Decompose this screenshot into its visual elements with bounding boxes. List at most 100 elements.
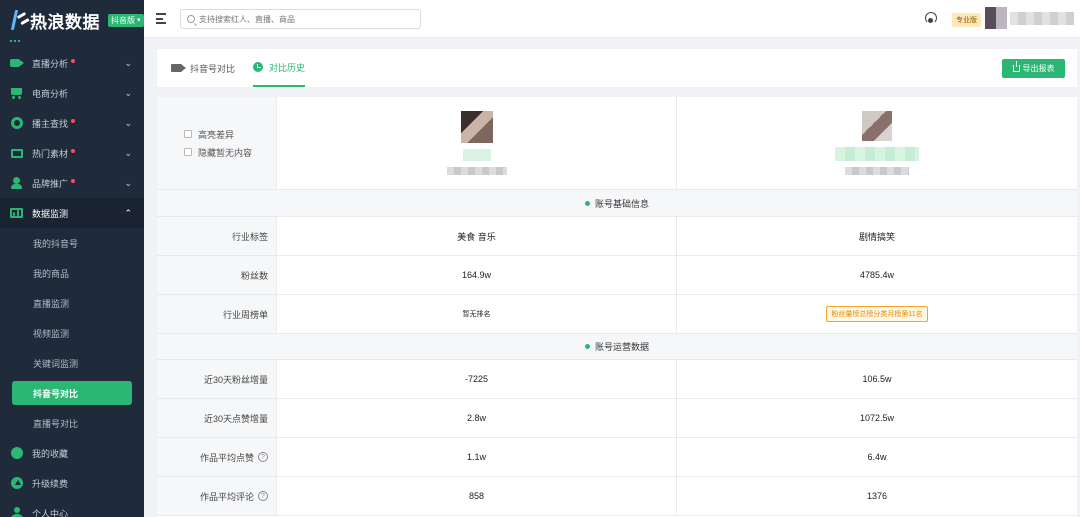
account-b-value: 剧情搞笑 (858, 231, 895, 242)
user-avatar[interactable] (985, 7, 1007, 29)
row-industry-weekly-rank: 行业周榜单 暂无排名 粉丝量榜总榜分类月榜第11名 (157, 295, 1077, 334)
account-b-value: 1376 (866, 491, 888, 501)
tab-compare-history[interactable]: 对比历史 (253, 49, 306, 87)
search-icon (187, 15, 195, 23)
live-camera-icon (10, 57, 24, 69)
sidebar-item-brand-promo[interactable]: 品牌推广 ⌄ (0, 168, 144, 198)
account-a-value: 暂无排名 (277, 295, 677, 333)
search-box[interactable] (180, 9, 421, 29)
sidebar-item-ecommerce[interactable]: 电商分析 ⌄ (0, 78, 144, 108)
sidebar-item-data-monitor[interactable]: 数据监测 ⌃ (0, 198, 144, 228)
account-b-value: 粉丝量榜总榜分类月榜第11名 (677, 295, 1077, 333)
sidebar-item-label: 电商分析 (32, 88, 69, 99)
new-dot (71, 149, 76, 153)
row-followers: 粉丝数 164.9w 4785.4w (157, 256, 1077, 295)
sidebar-sub-douyin-compare[interactable]: 抖音号对比 (12, 381, 132, 405)
menu-toggle-icon[interactable] (156, 13, 168, 24)
chevron-down-icon: ⌄ (124, 117, 132, 128)
row-label-text: 作品平均点赞 (199, 452, 254, 463)
account-a-value: 858 (277, 477, 677, 515)
row-30d-like-growth: 近30天点赞增量 2.8w 1072.5w (157, 399, 1077, 438)
gear-icon (10, 117, 24, 129)
row-industry-tag: 行业标签 美食 音乐 剧情搞笑 (157, 217, 1077, 256)
sidebar-sub-video-monitor[interactable]: 视频监测 (0, 318, 144, 348)
new-dot (71, 119, 76, 123)
highlight-diff-option[interactable]: 高亮差异 (184, 128, 234, 141)
new-dot (71, 59, 76, 63)
row-label: 作品平均点赞 ? (157, 438, 277, 476)
account-b-profile[interactable] (677, 97, 1077, 189)
sidebar: 热浪数据 抖音版 ▾ 直播分析 ⌄ 电商分析 ⌄ 播主查找 ⌄ 热门素材 ⌄ 品… (0, 0, 144, 517)
user-name-blurred[interactable] (1010, 12, 1074, 25)
account-a-avatar[interactable] (460, 111, 493, 143)
sidebar-item-live-analysis[interactable]: 直播分析 ⌄ (0, 48, 144, 78)
sidebar-sub-keyword-monitor[interactable]: 关键词监测 (0, 348, 144, 378)
tv-icon (10, 147, 24, 159)
tab-label: 抖音号对比 (190, 63, 236, 74)
section-title: 账号基础信息 (594, 198, 649, 209)
help-icon[interactable]: ? (258, 452, 268, 462)
account-a-tag-blurred (462, 149, 491, 161)
sidebar-item-profile[interactable]: 个人中心 (0, 498, 144, 517)
logo-text: 热浪数据 (30, 12, 100, 32)
rank-tag[interactable]: 粉丝量榜总榜分类月榜第11名 (826, 306, 928, 322)
sidebar-item-hot-materials[interactable]: 热门素材 ⌄ (0, 138, 144, 168)
section-dot (584, 344, 590, 349)
account-a-value: -7225 (277, 360, 677, 398)
account-a-value: 1.1w (277, 438, 677, 476)
pro-badge[interactable]: 专业版 (952, 13, 981, 27)
sidebar-item-label: 个人中心 (32, 508, 69, 517)
sidebar-item-label: 数据监测 (32, 208, 69, 219)
chevron-down-icon: ⌄ (124, 57, 132, 68)
upgrade-icon (10, 477, 24, 489)
account-a-value: 美食 音乐 (277, 217, 677, 255)
account-a-value: 164.9w (277, 256, 677, 294)
option-label: 隐藏暂无内容 (198, 147, 253, 158)
headset-icon[interactable] (925, 12, 937, 24)
hide-empty-checkbox[interactable] (184, 148, 192, 156)
no-rank-text: 暂无排名 (462, 311, 491, 318)
export-report-button[interactable]: 导出报表 (1002, 59, 1065, 78)
sidebar-item-label: 升级续费 (32, 478, 69, 489)
account-b-value: 6.4w (867, 452, 887, 462)
account-b-avatar[interactable] (862, 111, 892, 141)
sidebar-item-favorites[interactable]: 我的收藏 (0, 438, 144, 468)
hide-empty-option[interactable]: 隐藏暂无内容 (184, 146, 252, 159)
row-label: 行业标签 (157, 217, 277, 255)
chevron-down-icon: ⌄ (124, 87, 132, 98)
person-icon (10, 507, 24, 517)
tab-douyin-compare[interactable]: 抖音号对比 (171, 49, 235, 87)
compare-options: 高亮差异 隐藏暂无内容 (157, 97, 277, 189)
scroll-indicator (10, 40, 20, 42)
sidebar-item-streamer-search[interactable]: 播主查找 ⌄ (0, 108, 144, 138)
sidebar-item-label: 直播分析 (32, 58, 69, 69)
sidebar-item-label: 品牌推广 (32, 178, 69, 189)
sidebar-sub-live-monitor[interactable]: 直播监测 (0, 288, 144, 318)
sidebar-item-upgrade[interactable]: 升级续费 (0, 468, 144, 498)
account-b-value: 106.5w (862, 374, 892, 384)
sidebar-sub-my-products[interactable]: 我的商品 (0, 258, 144, 288)
edition-label: 抖音版 (111, 15, 135, 25)
account-a-profile[interactable] (277, 97, 677, 189)
export-icon (1012, 61, 1020, 72)
account-b-value: 1072.5w (859, 413, 895, 423)
logo-icon (10, 9, 26, 31)
account-b-tag-blurred (835, 147, 919, 161)
section-dot (584, 200, 590, 206)
logo[interactable]: 热浪数据 抖音版 ▾ (0, 0, 144, 40)
help-icon[interactable]: ? (258, 491, 268, 501)
search-input[interactable] (199, 14, 419, 24)
sidebar-sub-live-compare[interactable]: 直播号对比 (0, 408, 144, 438)
edition-badge[interactable]: 抖音版 ▾ (108, 13, 144, 27)
account-a-value: 2.8w (277, 399, 677, 437)
row-label: 粉丝数 (157, 256, 277, 294)
section-basic-info: 账号基础信息 (157, 190, 1077, 217)
user-badge-icon (10, 177, 24, 189)
row-label-text: 作品平均评论 (199, 491, 254, 502)
sidebar-sub-my-douyin[interactable]: 我的抖音号 (0, 228, 144, 258)
option-label: 高亮差异 (198, 129, 235, 140)
monitor-chart-icon (10, 207, 24, 219)
topbar: 专业版 (144, 0, 1080, 38)
section-operation-data: 账号运营数据 (157, 334, 1077, 360)
highlight-diff-checkbox[interactable] (184, 130, 192, 138)
